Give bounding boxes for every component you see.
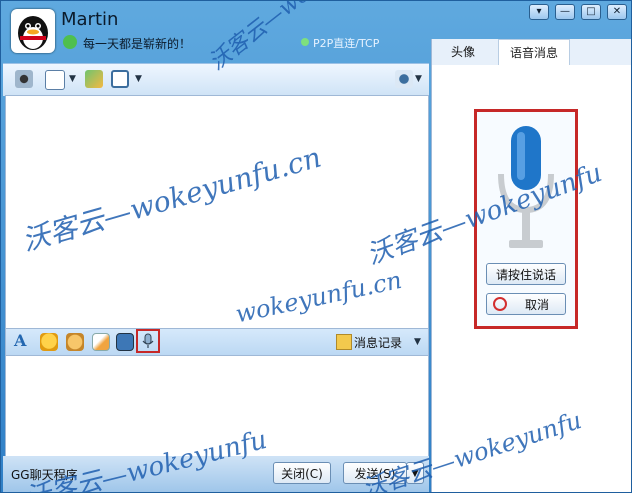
file-transfer-icon[interactable] [45,70,65,90]
minimize-button[interactable]: — [555,4,575,20]
username: Martin [61,9,119,30]
voice-message-highlight[interactable] [136,329,160,353]
cancel-recording-button[interactable]: 取消 [486,293,566,315]
message-history-area[interactable] [5,95,429,329]
message-history-icon[interactable] [336,334,352,350]
screen-share-dropdown-icon[interactable]: ▼ [135,74,142,84]
press-to-talk-button[interactable]: 请按住说话 [486,263,566,285]
message-history-dropdown-icon[interactable]: ▼ [414,337,421,347]
send-options-button[interactable]: ▼ [406,462,424,484]
font-icon[interactable]: A [14,331,26,350]
mic-settings-dropdown-icon[interactable]: ▼ [415,74,422,84]
webcam-icon[interactable] [15,70,33,88]
screenshot-icon[interactable] [92,333,110,351]
cancel-icon [493,297,507,311]
signature-text[interactable]: 每一天都是崭新的！ [83,35,191,52]
signature-edit-icon[interactable] [63,35,77,49]
send-button[interactable]: 发送(S) [343,462,407,484]
qq-penguin-icon [18,16,48,50]
sticker-icon[interactable] [66,333,84,351]
window-controls: ▾ — □ ✕ [529,4,627,20]
message-input-area[interactable] [5,355,429,457]
connection-status: P2P直连/TCP [313,37,380,50]
menu-button[interactable]: ▾ [529,4,549,20]
message-history-button[interactable]: 消息记录 [354,334,402,351]
screen-share-icon[interactable] [111,70,129,88]
chat-window: Martin 每一天都是崭新的！ P2P直连/TCP ▾ — □ ✕ ▼ ▼ ▼… [0,0,632,493]
emoji-icon[interactable] [40,333,58,351]
avatar[interactable] [11,9,55,53]
mic-settings-icon[interactable] [395,70,413,88]
chat-toolbar: ▼ ▼ ▼ [3,63,429,96]
maximize-button[interactable]: □ [581,4,601,20]
footer-bar: GG聊天程序 关闭(C) 发送(S) ▼ [3,456,429,492]
panel-tabs: 头像 语音消息 [432,39,631,65]
app-icon[interactable] [85,70,103,88]
close-window-button[interactable]: ✕ [607,4,627,20]
voice-message-icon [142,333,154,348]
tab-avatar[interactable]: 头像 [432,39,494,65]
connection-status-icon [301,38,309,46]
file-transfer-dropdown-icon[interactable]: ▼ [69,74,76,84]
input-toolbar: A 消息记录 ▼ [5,328,429,356]
tab-voice-message[interactable]: 语音消息 [498,39,570,65]
cancel-label: 取消 [524,298,549,312]
close-button[interactable]: 关闭(C) [273,462,331,484]
image-icon[interactable] [116,333,134,351]
right-panel: 头像 语音消息 请按住说话 取消 [431,39,631,492]
program-label: GG聊天程序 [11,468,78,482]
